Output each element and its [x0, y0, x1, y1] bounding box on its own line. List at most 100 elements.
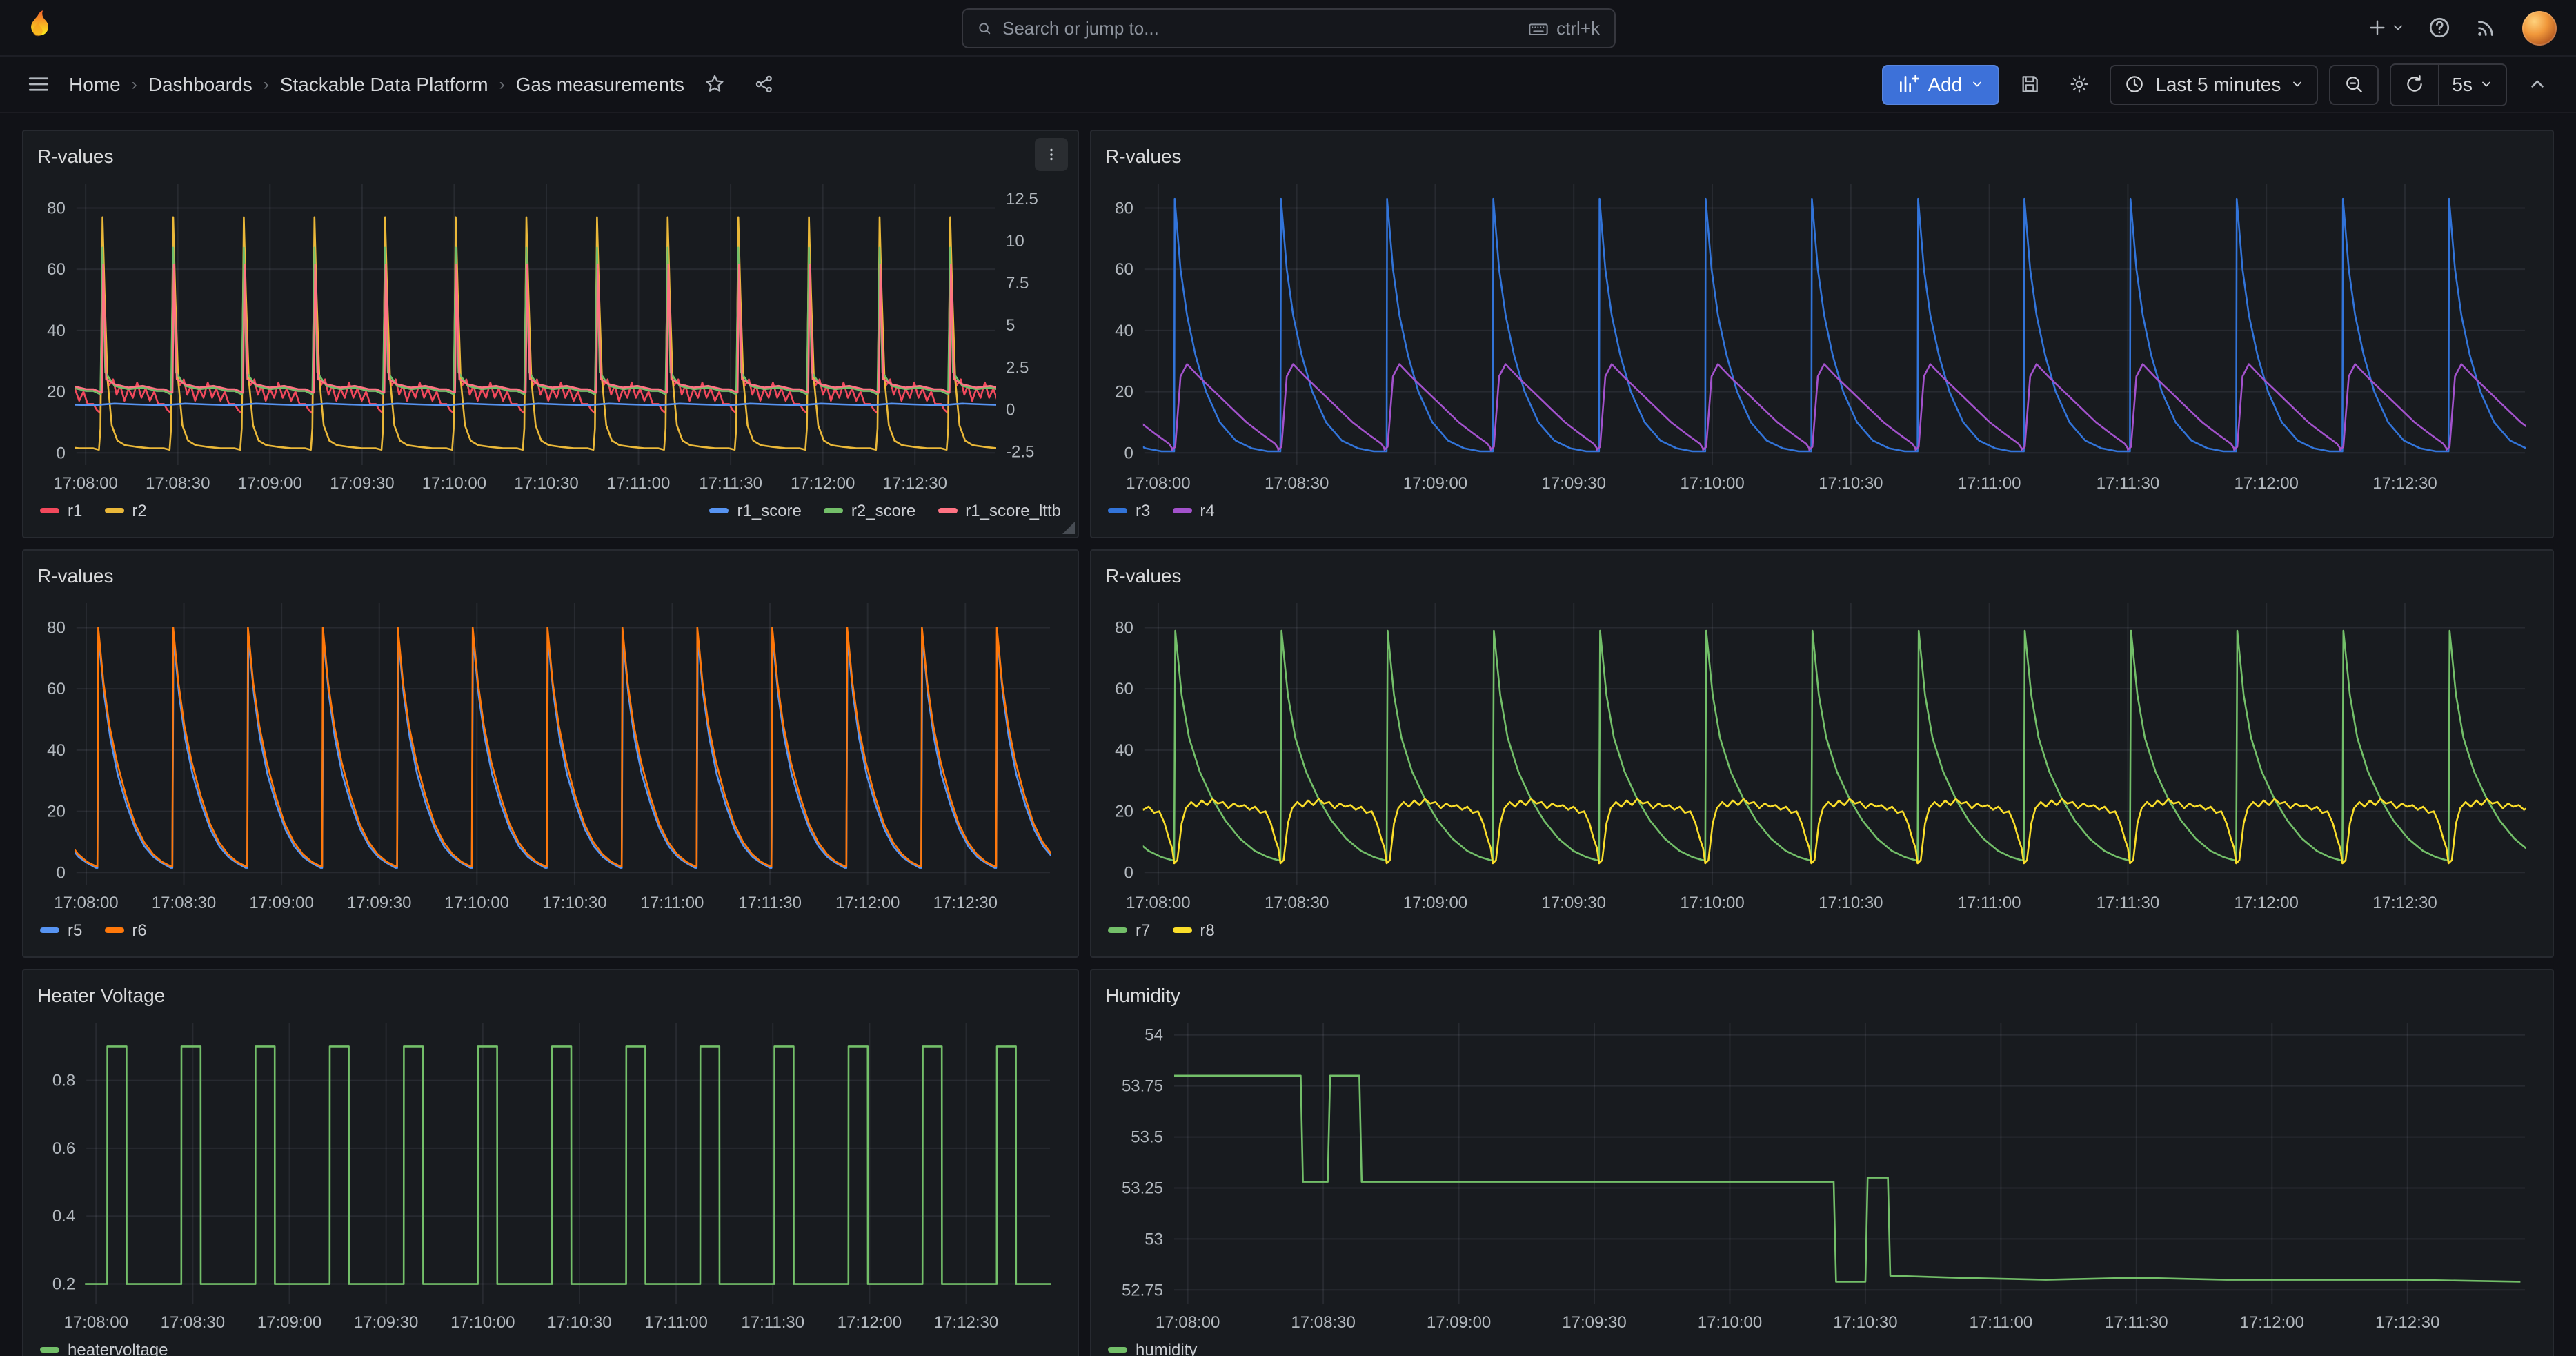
svg-text:60: 60	[1115, 680, 1133, 698]
svg-text:17:11:30: 17:11:30	[2097, 474, 2160, 493]
svg-text:17:08:00: 17:08:00	[1126, 894, 1190, 912]
legend-item-r1_score[interactable]: r1_score	[710, 501, 802, 520]
breadcrumb-dashboards[interactable]: Dashboards	[148, 73, 252, 95]
svg-text:17:09:30: 17:09:30	[354, 1313, 418, 1332]
svg-text:17:10:00: 17:10:00	[1680, 474, 1744, 493]
series-r6	[37, 627, 1064, 866]
search-icon	[976, 21, 991, 36]
new-menu-button[interactable]	[2359, 7, 2412, 48]
chart-r-values-3[interactable]: 17:08:0017:08:3017:09:0017:09:3017:10:00…	[37, 592, 1064, 918]
chart-humidity[interactable]: 17:08:0017:08:3017:09:0017:09:3017:10:00…	[1105, 1012, 2539, 1337]
legend-item-r1_score_lttb[interactable]: r1_score_lttb	[938, 501, 1061, 520]
zoom-out-icon	[2343, 73, 2365, 95]
svg-text:5: 5	[1006, 316, 1015, 335]
search-input[interactable]: Search or jump to... ctrl+k	[961, 8, 1615, 48]
chart-heater-voltage[interactable]: 17:08:0017:08:3017:09:0017:09:3017:10:00…	[37, 1012, 1064, 1337]
svg-text:17:08:00: 17:08:00	[53, 474, 117, 493]
svg-text:17:11:30: 17:11:30	[741, 1313, 804, 1332]
search-shortcut-label: ctrl+k	[1556, 18, 1600, 39]
legend-swatch	[40, 1347, 59, 1353]
zoom-out-time-button[interactable]	[2329, 64, 2379, 104]
panel-header: R-values	[1105, 559, 2539, 592]
svg-text:0: 0	[1006, 400, 1015, 419]
legend-item-r2_score[interactable]: r2_score	[824, 501, 915, 520]
svg-text:17:12:00: 17:12:00	[2234, 894, 2298, 912]
legend-swatch	[824, 508, 843, 513]
legend-item-r4[interactable]: r4	[1172, 501, 1214, 520]
panel-title[interactable]: R-values	[37, 145, 114, 167]
legend-label: r4	[1200, 501, 1214, 520]
legend-swatch	[1108, 508, 1127, 513]
legend-item-heatervoltage[interactable]: heatervoltage	[40, 1340, 168, 1356]
breadcrumb-home[interactable]: Home	[69, 73, 121, 95]
chart-canvas: 17:08:0017:08:3017:09:0017:09:3017:10:00…	[37, 592, 1064, 918]
legend-item-r3[interactable]: r3	[1108, 501, 1150, 520]
legend-swatch	[938, 508, 957, 513]
svg-text:17:11:00: 17:11:00	[607, 474, 671, 493]
refresh-button[interactable]	[2391, 64, 2438, 104]
legend-item-r8[interactable]: r8	[1172, 921, 1214, 940]
dashboard-settings-button[interactable]	[2060, 65, 2099, 104]
legend-group-left: r3 r4	[1108, 501, 1215, 520]
legend-item-r5[interactable]: r5	[40, 921, 82, 940]
breadcrumb-folder[interactable]: Stackable Data Platform	[280, 73, 488, 95]
collapse-toolbar-button[interactable]	[2518, 65, 2557, 104]
panel-title[interactable]: Humidity	[1105, 984, 1180, 1006]
save-dashboard-button[interactable]	[2010, 65, 2049, 104]
svg-text:40: 40	[1115, 322, 1133, 340]
chart-r-values-1[interactable]: 17:08:0017:08:3017:09:0017:09:3017:10:00…	[37, 173, 1064, 498]
legend-swatch	[40, 508, 59, 513]
legend-label: heatervoltage	[68, 1340, 168, 1356]
svg-text:17:12:30: 17:12:30	[2372, 474, 2437, 493]
panel-header: R-values	[37, 139, 1064, 173]
refresh-icon	[2404, 73, 2426, 95]
search-placeholder: Search or jump to...	[1002, 18, 1516, 39]
time-range-label: Last 5 minutes	[2155, 73, 2281, 95]
svg-text:53: 53	[1145, 1230, 1163, 1248]
series-r1_score_lttb	[37, 264, 1064, 393]
panel-legend: r5 r6	[37, 918, 1064, 956]
legend-item-r7[interactable]: r7	[1108, 921, 1150, 940]
panel-resize-handle[interactable]	[1062, 522, 1075, 534]
series-r5	[37, 637, 1064, 868]
grafana-app: Search or jump to... ctrl+k	[0, 0, 2576, 1356]
star-outline-icon	[704, 73, 726, 95]
topbar-right	[2359, 7, 2557, 48]
panel-title[interactable]: Heater Voltage	[37, 984, 165, 1006]
chart-r-values-4[interactable]: 17:08:0017:08:3017:09:0017:09:3017:10:00…	[1105, 592, 2539, 918]
share-button[interactable]	[745, 65, 784, 104]
breadcrumb-separator-icon: ›	[132, 75, 137, 94]
grafana-logo[interactable]	[19, 6, 55, 42]
user-avatar[interactable]	[2522, 10, 2557, 45]
svg-text:17:08:30: 17:08:30	[1265, 474, 1329, 493]
svg-text:0.2: 0.2	[52, 1275, 75, 1294]
svg-text:17:10:30: 17:10:30	[1819, 894, 1883, 912]
svg-text:17:08:00: 17:08:00	[64, 1313, 128, 1332]
legend-item-humidity[interactable]: humidity	[1108, 1340, 1197, 1356]
help-button[interactable]	[2420, 7, 2459, 48]
panel-title[interactable]: R-values	[37, 564, 114, 587]
top-navigation-bar: Search or jump to... ctrl+k	[0, 0, 2576, 57]
time-range-picker[interactable]: Last 5 minutes	[2110, 64, 2318, 104]
legend-label: r1_score_lttb	[965, 501, 1061, 520]
mega-menu-button[interactable]	[19, 65, 58, 104]
panel-menu-kebab-icon[interactable]	[1035, 138, 1068, 171]
favorite-star-button[interactable]	[695, 65, 734, 104]
panel-legend: r3 r4	[1105, 498, 2539, 537]
svg-text:17:09:30: 17:09:30	[1562, 1313, 1626, 1332]
legend-label: r2_score	[851, 501, 915, 520]
legend-item-r2[interactable]: r2	[104, 501, 146, 520]
news-button[interactable]	[2467, 7, 2506, 48]
panel-title[interactable]: R-values	[1105, 564, 1182, 587]
legend-item-r1[interactable]: r1	[40, 501, 82, 520]
svg-text:17:12:00: 17:12:00	[838, 1313, 902, 1332]
dashboard-row-2: R-values 17:08:0017:08:3017:09:0017:09:3…	[22, 549, 2554, 958]
svg-text:0: 0	[1124, 863, 1133, 882]
panel-title[interactable]: R-values	[1105, 145, 1182, 167]
svg-text:60: 60	[47, 680, 66, 698]
add-panel-button[interactable]: Add	[1882, 64, 1999, 104]
chart-r-values-2[interactable]: 17:08:0017:08:3017:09:0017:09:3017:10:00…	[1105, 173, 2539, 498]
series-humidity	[1174, 1076, 2520, 1282]
legend-item-r6[interactable]: r6	[104, 921, 146, 940]
refresh-interval-button[interactable]: 5s	[2438, 64, 2506, 104]
